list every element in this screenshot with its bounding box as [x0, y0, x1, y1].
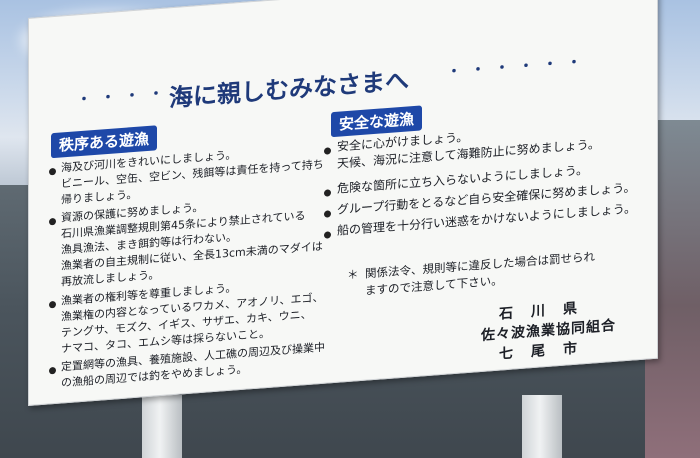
left-item-2: 資源の保護に努めましょう。 石川県漁業調整規則第45条により禁止されている 漁具… [61, 200, 323, 289]
bullet-icon [324, 231, 331, 239]
information-sign: ・・・・・ 海に親しむみなさまへ ・・・・・・ 秩序ある遊漁 海及び河川をきれい… [28, 0, 658, 406]
left-section-title: 秩序ある遊漁 [51, 125, 158, 159]
bullet-icon [49, 217, 56, 226]
sign-post-left [142, 395, 182, 458]
sign-title: 海に親しむみなさまへ [169, 66, 409, 113]
sign-post-right [522, 395, 562, 458]
bullet-icon [49, 366, 56, 375]
bullet-icon [49, 300, 56, 309]
legal-note: 関係法令、規則等に違反した場合は罰せられ ますので注意して下さい。 [365, 249, 595, 298]
title-dots-right: ・・・・・・ [447, 53, 591, 81]
bullet-icon [324, 189, 331, 197]
bullet-icon [324, 147, 331, 155]
bullet-icon [324, 210, 331, 218]
note-mark: ＊ [347, 267, 359, 283]
bullet-icon [49, 167, 56, 176]
